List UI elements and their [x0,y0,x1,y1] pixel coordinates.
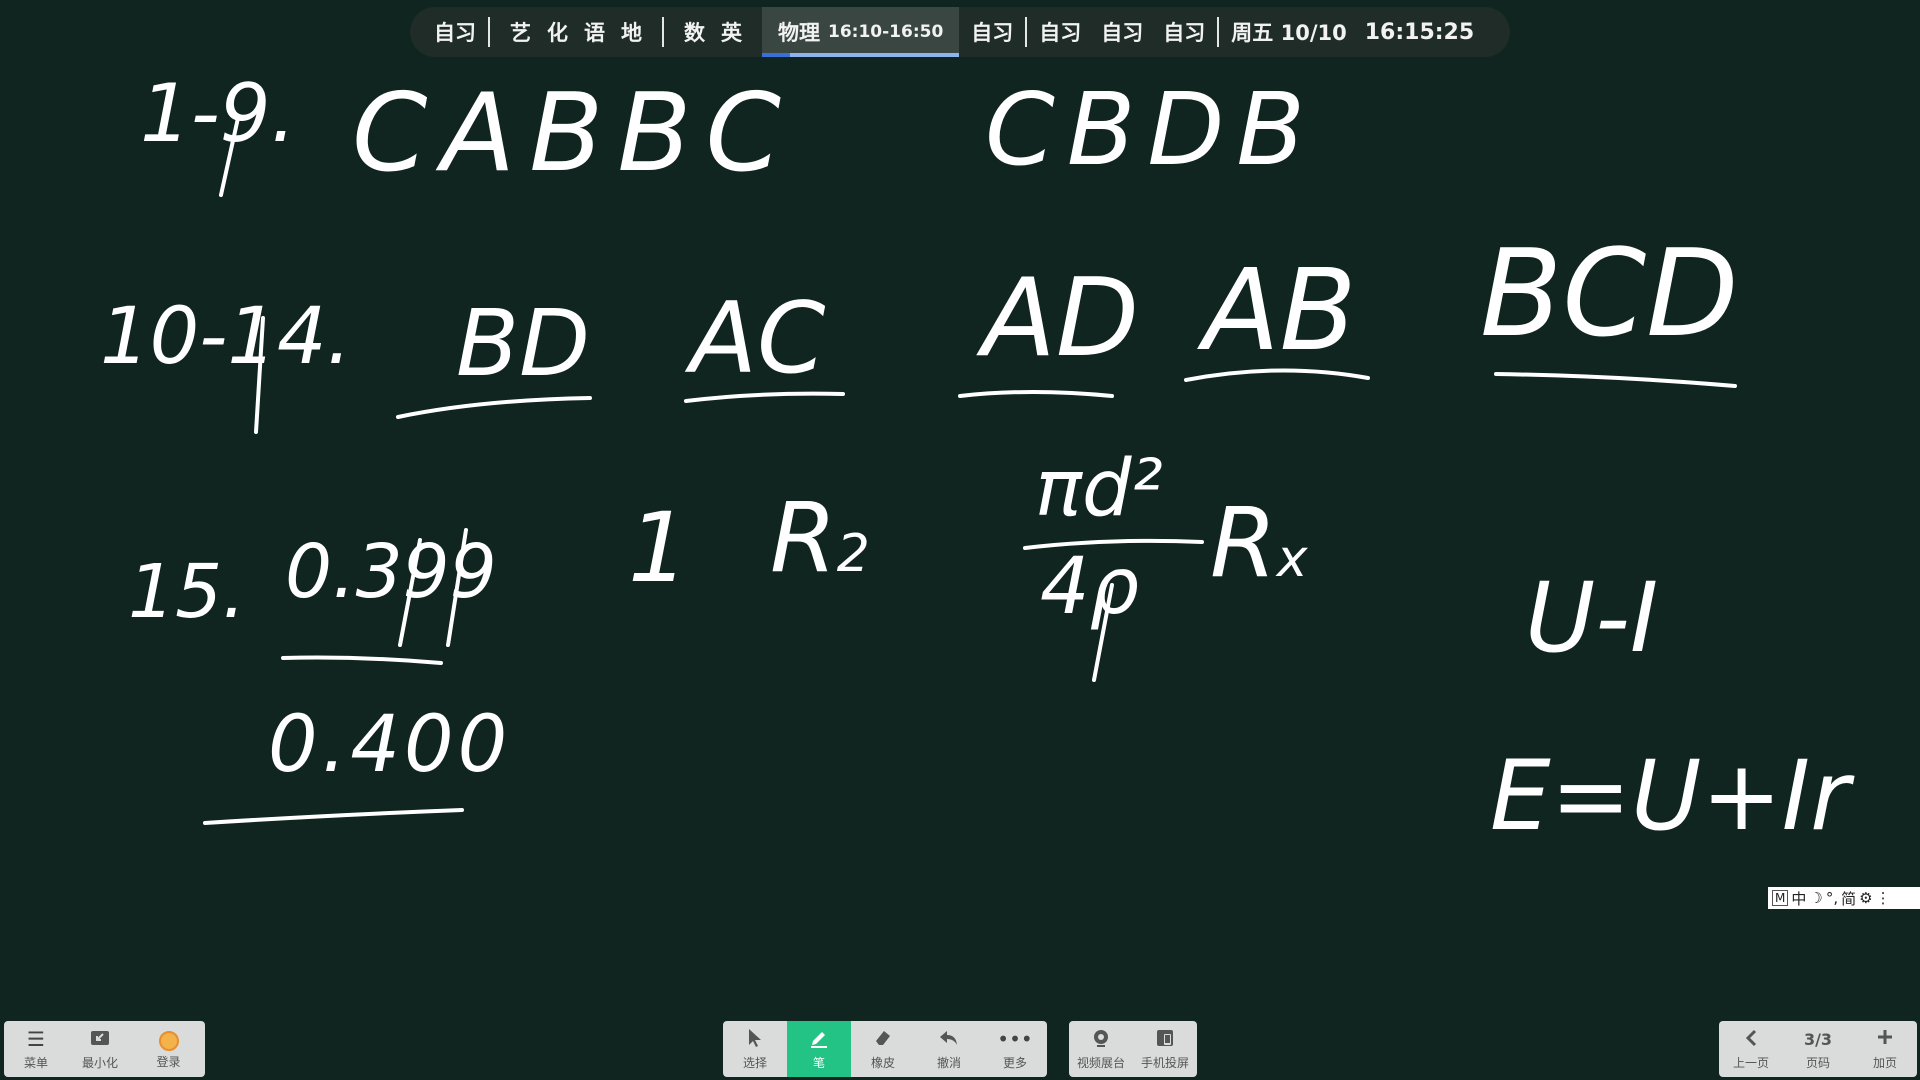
answer-14: BCD [1480,225,1739,364]
eraser-label: 橡皮 [870,1055,895,1070]
undo-button[interactable]: 撤消 [915,1021,983,1077]
answer-label-15: 15. [128,549,246,635]
underline-stroke [958,390,1114,398]
menu-button[interactable]: ☰ 菜单 [4,1021,68,1077]
more-icon: ••• [997,1026,1033,1051]
select-button[interactable]: 选择 [723,1021,787,1077]
gear-icon[interactable]: ⚙ [1859,889,1872,907]
more-button[interactable]: ••• 更多 [983,1021,1047,1077]
select-label: 选择 [742,1055,767,1070]
formula-numerator: πd² [1035,444,1163,534]
formula-denominator: 4ρ [1040,542,1140,632]
ime-toolbar[interactable]: M 中 ☽ °, 简 ⚙ ⋮ [1768,887,1920,909]
avatar-icon [158,1030,179,1051]
phone-cast-icon [1155,1028,1175,1052]
moon-icon[interactable]: ☽ [1809,889,1822,907]
phone-cast-button[interactable]: 手机投屏 [1133,1021,1197,1077]
page-number-label: 页码 [1805,1055,1830,1070]
toolbar-center-media: 视频展台 手机投屏 [1069,1021,1197,1077]
login-label: 登录 [156,1054,181,1069]
ime-language-toggle[interactable]: 中 [1791,888,1806,909]
video-booth-button[interactable]: 视频展台 [1069,1021,1133,1077]
video-booth-label: 视频展台 [1076,1055,1125,1070]
undo-label: 撤消 [936,1055,961,1070]
phone-cast-label: 手机投屏 [1140,1055,1189,1070]
ime-more-icon[interactable]: ⋮ [1876,889,1891,907]
plus-icon [1876,1028,1894,1052]
answer-10: BD [456,290,590,397]
add-page-button[interactable]: 加页 [1853,1021,1917,1077]
underline-stroke [1494,372,1737,388]
chevron-left-icon [1744,1028,1758,1052]
underline-stroke [396,396,592,419]
answer-11: AC [690,282,826,396]
previous-page-button[interactable]: 上一页 [1719,1021,1783,1077]
menu-label: 菜单 [23,1055,48,1070]
camera-icon [1091,1028,1111,1052]
page-number: 3/3 [1803,1029,1833,1049]
answer-one: 1 [628,492,690,604]
emf-equation: E=U+Ir [1490,740,1850,852]
toolbar-left: ☰ 菜单 最小化 登录 [4,1021,205,1077]
pen-button[interactable]: 笔 [787,1021,851,1077]
add-page-label: 加页 [1872,1055,1897,1070]
ime-mode-icon[interactable]: M [1772,890,1789,906]
measurement-value-1: 0.399 [285,529,497,615]
answer-label-1-9: 1-9. [140,67,297,160]
answer-12: AD [982,256,1140,381]
toolbar-center: 选择 笔 橡皮 撤消 ••• 更多 [723,1021,1047,1077]
resistor-r2-subscript: 2 [836,524,870,584]
page-indicator[interactable]: 3/3 页码 [1783,1021,1853,1077]
underline-stroke [281,655,443,665]
toolbar-right: 上一页 3/3 页码 加页 [1719,1021,1917,1077]
punctuation-toggle[interactable]: °, [1826,889,1838,907]
resistor-r2: R2 [770,490,870,586]
answers-6-9: CBDB [985,71,1318,188]
minimize-icon [90,1028,110,1052]
answer-label-10-14: 10-14. [100,292,352,382]
answers-1-5: CABBC [352,71,795,196]
simplified-toggle[interactable]: 简 [1841,888,1856,909]
login-button[interactable]: 登录 [132,1021,205,1077]
undo-icon [938,1028,960,1052]
minimize-label: 最小化 [81,1055,118,1070]
measurement-value-2: 0.400 [268,700,512,790]
answer-13: AB [1203,246,1357,376]
minimize-button[interactable]: 最小化 [68,1021,132,1077]
pen-label: 笔 [812,1055,825,1070]
eraser-button[interactable]: 橡皮 [851,1021,915,1077]
cursor-icon [746,1028,764,1052]
resistor-rx-subscript: x [1276,529,1308,589]
pen-icon [809,1028,829,1052]
resistor-rx: Rx [1210,495,1307,591]
more-label: 更多 [1002,1055,1027,1070]
underline-stroke [203,808,464,825]
resistor-rx-letter: R [1210,487,1277,599]
resistor-r2-letter: R [770,482,837,594]
menu-icon: ☰ [27,1026,45,1051]
graph-u-i: U-I [1525,562,1659,674]
eraser-icon [873,1028,893,1052]
previous-page-label: 上一页 [1732,1055,1769,1070]
